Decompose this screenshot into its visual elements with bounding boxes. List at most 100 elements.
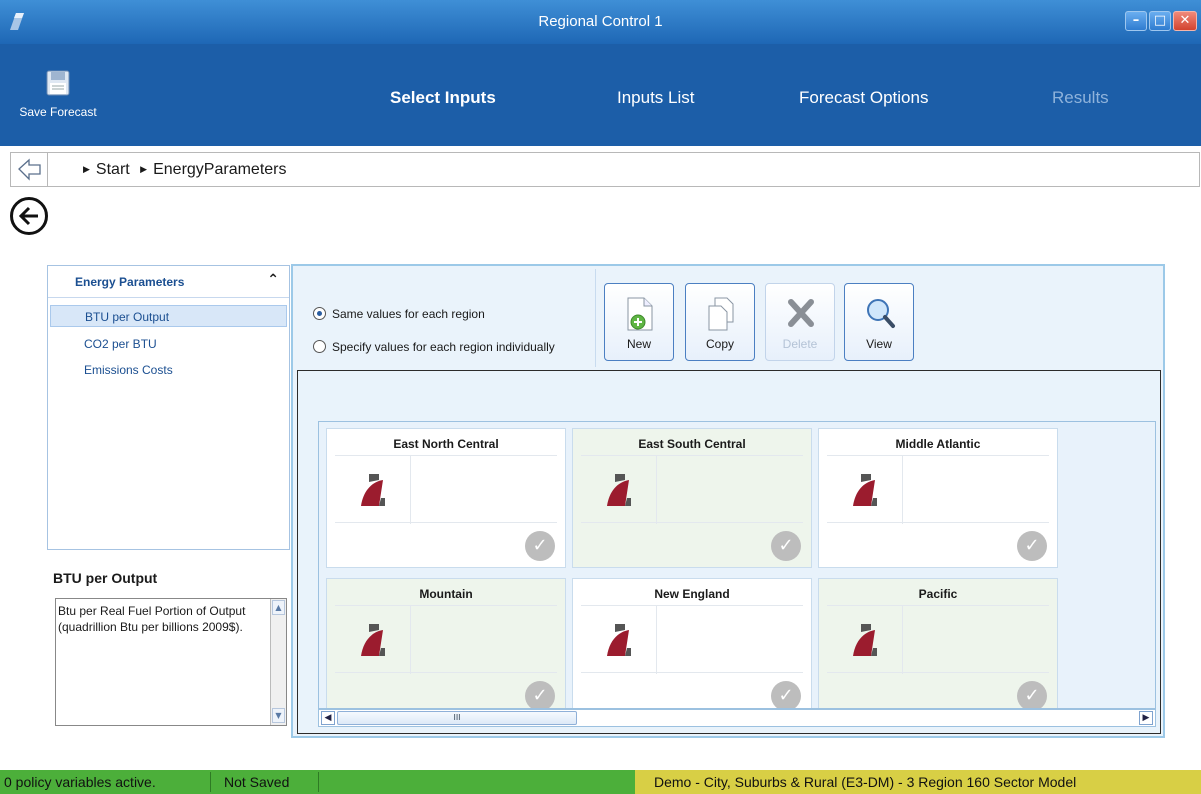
region-tile[interactable]: Middle Atlantic ✓: [818, 428, 1058, 568]
parameter-list-panel: Energy Parameters ⌃ BTU per Output CO2 p…: [47, 265, 290, 550]
parameter-group-header[interactable]: Energy Parameters ⌃: [48, 266, 289, 298]
app-logo-icon: [607, 624, 631, 656]
breadcrumb: ▶ Start ▶ EnergyParameters: [10, 152, 1200, 187]
region-options: Same values for each region Specify valu…: [296, 269, 596, 367]
list-item-btu-per-output[interactable]: BTU per Output: [50, 305, 287, 327]
app-logo-icon: [361, 624, 385, 656]
description-text: Btu per Real Fuel Portion of Output (qua…: [58, 604, 246, 634]
scroll-right-icon[interactable]: ▶: [1139, 711, 1153, 725]
tab-select-inputs[interactable]: Select Inputs: [390, 88, 496, 108]
checkmark-icon[interactable]: ✓: [1017, 531, 1047, 561]
radio-individual-values-label: Specify values for each region individua…: [332, 340, 555, 354]
minimize-button[interactable]: –: [1125, 11, 1147, 31]
checkmark-icon[interactable]: ✓: [525, 531, 555, 561]
description-box: Btu per Real Fuel Portion of Output (qua…: [55, 598, 287, 726]
scroll-thumb[interactable]: III: [337, 711, 577, 725]
scroll-up-icon[interactable]: ▲: [272, 600, 285, 615]
chevron-right-icon: ▶: [140, 164, 148, 174]
ribbon: Save Forecast Select Inputs Inputs List …: [0, 44, 1201, 146]
region-tiles: East North Central ✓ East South Central ✓ Mi…: [318, 421, 1156, 709]
save-forecast-label: Save Forecast: [19, 105, 97, 119]
region-tile-body: [581, 605, 803, 674]
tile-divider: [902, 606, 903, 674]
floppy-disk-icon: [46, 70, 70, 96]
checkmark-icon[interactable]: ✓: [1017, 681, 1047, 708]
radio-unchecked-icon[interactable]: [313, 340, 326, 353]
status-right: Demo - City, Suburbs & Rural (E3-DM) - 3…: [635, 770, 1201, 794]
tile-divider: [410, 456, 411, 524]
tab-results[interactable]: Results: [1052, 88, 1109, 108]
tile-divider: [656, 456, 657, 524]
app-logo-icon: [853, 474, 877, 506]
status-bar: 0 policy variables active. Not Saved Dem…: [0, 770, 1201, 794]
radio-same-values[interactable]: Same values for each region: [313, 307, 485, 321]
region-tile-body: [335, 605, 557, 674]
radio-individual-values[interactable]: Specify values for each region individua…: [313, 340, 555, 354]
tab-forecast-options[interactable]: Forecast Options: [799, 88, 928, 108]
status-saved: Not Saved: [224, 774, 290, 790]
status-divider: [210, 772, 211, 792]
region-tile[interactable]: East North Central ✓: [326, 428, 566, 568]
magnifier-icon: [867, 299, 895, 328]
breadcrumb-start[interactable]: Start: [96, 161, 130, 178]
region-tile[interactable]: East South Central ✓: [572, 428, 812, 568]
horizontal-scrollbar[interactable]: ◀ III ▶: [318, 709, 1156, 727]
checkmark-icon[interactable]: ✓: [525, 681, 555, 708]
region-tile[interactable]: Mountain ✓: [326, 578, 566, 708]
scroll-down-icon[interactable]: ▼: [272, 708, 285, 723]
delete-x-icon: [788, 299, 814, 327]
chevron-up-icon[interactable]: ⌃: [267, 272, 279, 288]
checkmark-icon[interactable]: ✓: [771, 531, 801, 561]
arrow-left-circle-icon: [18, 206, 38, 226]
region-tile[interactable]: Pacific ✓: [818, 578, 1058, 708]
region-tile[interactable]: New England ✓: [572, 578, 812, 708]
copy-button[interactable]: Copy: [685, 283, 755, 361]
checkmark-icon[interactable]: ✓: [771, 681, 801, 708]
close-button[interactable]: ✕: [1173, 11, 1197, 31]
delete-button-label: Delete: [782, 337, 818, 351]
region-values-panel: Same values for each region Specify valu…: [291, 264, 1165, 738]
app-logo-icon: [607, 474, 631, 506]
breadcrumb-back-button[interactable]: [11, 153, 48, 186]
window-title: Regional Control 1: [538, 13, 663, 30]
tile-divider: [902, 456, 903, 524]
region-name: Middle Atlantic: [895, 437, 981, 451]
arrow-left-icon: [18, 158, 41, 181]
region-tile-body: [581, 455, 803, 524]
region-tile-body: [827, 455, 1049, 524]
maximize-button[interactable]: □: [1149, 11, 1171, 31]
copy-icon: [708, 297, 734, 331]
breadcrumb-current[interactable]: EnergyParameters: [153, 161, 286, 178]
view-button-label: View: [866, 337, 892, 351]
status-policy-count: 0 policy variables active.: [4, 774, 156, 790]
new-button[interactable]: New: [604, 283, 674, 361]
region-name: East North Central: [393, 437, 499, 451]
region-name: New England: [654, 587, 730, 601]
description-scrollbar[interactable]: ▲ ▼: [270, 599, 286, 725]
radio-checked-icon[interactable]: [313, 307, 326, 320]
status-model: Demo - City, Suburbs & Rural (E3-DM) - 3…: [654, 774, 1077, 790]
breadcrumb-path: ▶ Start ▶ EnergyParameters: [83, 153, 286, 188]
description-title: BTU per Output: [53, 570, 158, 586]
title-bar: Regional Control 1 – □ ✕: [0, 0, 1201, 44]
region-tile-body: [827, 605, 1049, 674]
new-document-icon: [627, 297, 653, 331]
region-name: Mountain: [419, 587, 473, 601]
region-name: East South Central: [638, 437, 746, 451]
region-grid-area: East North Central ✓ East South Central ✓ Mi…: [297, 370, 1161, 734]
chevron-right-icon: ▶: [83, 164, 90, 174]
scroll-left-icon[interactable]: ◀: [321, 711, 335, 725]
status-left: 0 policy variables active. Not Saved: [0, 770, 635, 794]
region-tile-body: [335, 455, 557, 524]
copy-button-label: Copy: [705, 337, 734, 351]
list-item-co2-per-btu[interactable]: CO2 per BTU: [50, 333, 287, 355]
parameter-group-title: Energy Parameters: [75, 275, 185, 289]
back-button[interactable]: [10, 197, 48, 235]
new-button-label: New: [626, 337, 651, 351]
view-button[interactable]: View: [844, 283, 914, 361]
app-logo-icon: [853, 624, 877, 656]
save-forecast-button[interactable]: Save Forecast: [10, 70, 106, 119]
delete-button[interactable]: Delete: [765, 283, 835, 361]
list-item-emissions-costs[interactable]: Emissions Costs: [50, 359, 287, 381]
tab-inputs-list[interactable]: Inputs List: [617, 88, 695, 108]
